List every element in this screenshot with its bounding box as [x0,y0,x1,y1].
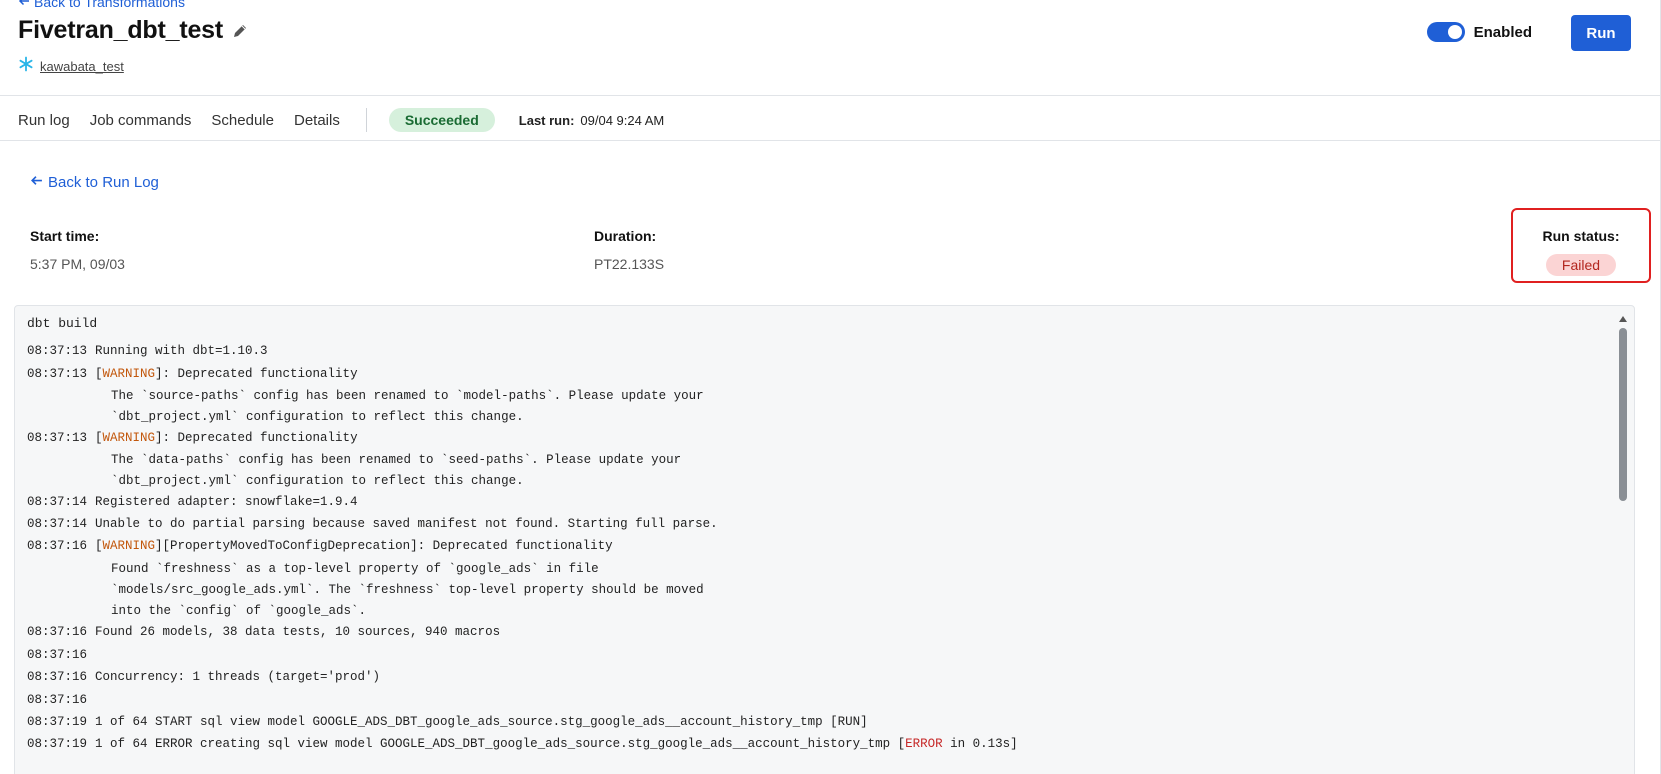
log-timestamp: 08:37:16 [27,693,88,707]
log-line: 08:37:13 [WARNING]: Deprecated functional… [27,367,358,381]
log-timestamp: 08:37:16 [27,648,88,662]
log-text: Running with dbt=1.10.3 [95,344,268,358]
scroll-thumb[interactable] [1619,328,1627,501]
tab-details[interactable]: Details [294,112,340,129]
enabled-toggle-group: Enabled [1426,22,1532,42]
log-line: 08:37:13 [WARNING]: Deprecated functional… [27,431,358,445]
log-text: 1 of 64 ERROR creating sql view model GO… [95,737,906,751]
log-text: [ [95,539,103,553]
destination-row: kawabata_test [18,56,124,77]
log-line: 08:37:16 Found 26 models, 38 data tests, … [27,625,500,639]
page-title: Fivetran_dbt_test [18,16,223,44]
start-time-label: Start time: [30,228,100,244]
log-line-continuation: `models/src_google_ads.yml`. The `freshn… [111,583,704,597]
log-warning-tag: WARNING [102,367,156,381]
destination-link[interactable]: kawabata_test [40,59,124,74]
log-timestamp: 08:37:13 [27,431,88,445]
log-command: dbt build [27,316,98,331]
log-warning-tag: WARNING [102,539,156,553]
log-timestamp: 08:37:19 [27,715,88,729]
log-line: 08:37:14 Registered adapter: snowflake=1.… [27,495,358,509]
log-line: 08:37:13 Running with dbt=1.10.3 [27,344,268,358]
log-line-continuation: `dbt_project.yml` configuration to refle… [111,474,524,488]
log-line: 08:37:16 Concurrency: 1 threads (target='… [27,670,380,684]
run-status-label: Run status: [1542,228,1620,244]
run-button[interactable]: Run [1571,15,1631,51]
log-text: 1 of 64 START sql view model GOOGLE_ADS_… [95,715,868,729]
last-run-label: Last run: [518,112,575,128]
back-to-run-log-label: Back to Run Log [48,174,159,191]
log-timestamp: 08:37:16 [27,670,88,684]
log-timestamp: 08:37:13 [27,344,88,358]
last-run-value: 09/04 9:24 AM [580,112,665,128]
log-timestamp: 08:37:16 [27,625,88,639]
run-log-output[interactable]: dbt build 08:37:13 Running with dbt=1.10.… [14,305,1635,774]
log-timestamp: 08:37:13 [27,367,88,381]
log-text: ][PropertyMovedToConfigDeprecation]: Dep… [155,539,613,553]
snowflake-icon [18,56,34,77]
tab-job-commands[interactable]: Job commands [90,112,192,129]
log-timestamp: 08:37:14 [27,517,88,531]
log-line-continuation: The `data-paths` config has been renamed… [111,453,682,467]
log-timestamp: 08:37:14 [27,495,88,509]
log-text: [ [95,431,103,445]
log-warning-tag: WARNING [102,431,156,445]
scroll-up-arrow-icon[interactable] [1619,316,1627,322]
tabs-divider [0,140,1661,141]
log-text: ]: Deprecated functionality [155,367,358,381]
enabled-toggle[interactable] [1426,22,1465,42]
back-to-transformations-link[interactable]: Back to Transformations [18,0,185,10]
tab-run-log[interactable]: Run log [18,112,70,129]
log-line-continuation: `dbt_project.yml` configuration to refle… [111,410,524,424]
log-text: [ [95,367,103,381]
start-time-value: 5:37 PM, 09/03 [30,256,125,272]
log-line: 08:37:14 Unable to do partial parsing bec… [27,517,718,531]
arrow-left-icon [18,0,30,10]
back-to-transformations-label: Back to Transformations [34,0,185,10]
arrow-left-icon [30,174,43,191]
tab-separator [365,108,367,132]
enabled-label: Enabled [1473,23,1532,41]
log-line-continuation: Found `freshness` as a top-level propert… [111,562,599,576]
log-text: Concurrency: 1 threads (target='prod') [95,670,381,684]
log-text: in 0.13s] [942,737,1018,751]
log-line-continuation: into the `config` of `google_ads`. [111,604,367,618]
last-run-info: Last run: 09/04 9:24 AM [519,113,664,128]
header-divider [0,95,1661,96]
log-line: 08:37:16 [WARNING][PropertyMovedToConfigD… [27,539,613,553]
log-scrollbar[interactable] [1618,316,1628,774]
page-title-row: Fivetran_dbt_test [18,16,249,45]
duration-label: Duration: [594,228,657,244]
log-text: Unable to do partial parsing because sav… [95,517,718,531]
log-line-continuation: The `source-paths` config has been renam… [111,389,704,403]
duration-value: PT22.133S [594,256,665,272]
log-line: 08:37:16 [27,693,95,707]
log-text: Found 26 models, 38 data tests, 10 sourc… [95,625,501,639]
log-line: 08:37:16 [27,648,95,662]
edit-pencil-icon[interactable] [231,22,249,40]
last-run-status-badge: Succeeded [388,108,495,132]
log-error-tag: ERROR [905,737,943,751]
tab-bar: Run log Job commands Schedule Details Su… [18,108,664,132]
log-text: Registered adapter: snowflake=1.9.4 [95,495,358,509]
run-status-badge: Failed [1545,254,1617,276]
tab-schedule[interactable]: Schedule [211,112,274,129]
log-text: ]: Deprecated functionality [155,431,358,445]
log-line: 08:37:19 1 of 64 START sql view model GOO… [27,715,868,729]
log-timestamp: 08:37:19 [27,737,88,751]
log-line: 08:37:19 1 of 64 ERROR creating sql view … [27,737,1018,751]
run-status-panel: Run status: Failed [1511,208,1651,283]
back-to-run-log-link[interactable]: Back to Run Log [30,174,159,191]
log-timestamp: 08:37:16 [27,539,88,553]
